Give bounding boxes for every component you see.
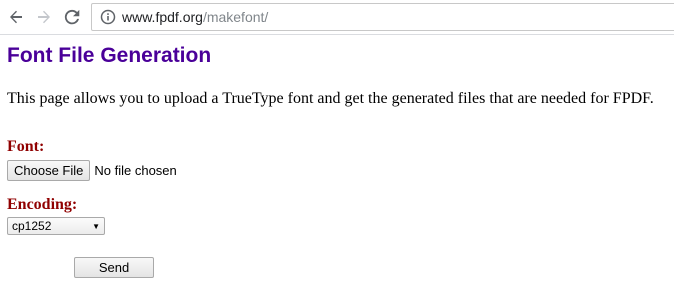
- font-label: Font:: [7, 138, 45, 155]
- url-path: /makefont/: [202, 9, 269, 25]
- font-file-input[interactable]: Choose File No file chosen: [7, 159, 177, 181]
- encoding-label: Encoding:: [7, 196, 78, 213]
- file-status-text: No file chosen: [94, 162, 177, 178]
- page-title: Font File Generation: [7, 44, 212, 67]
- browser-toolbar: www.fpdf.org/makefont/: [0, 0, 674, 35]
- address-bar[interactable]: www.fpdf.org/makefont/: [91, 3, 674, 31]
- back-arrow-icon[interactable]: [6, 7, 26, 27]
- encoding-selected-value: cp1252: [12, 219, 52, 233]
- choose-file-button[interactable]: Choose File: [7, 159, 91, 181]
- url-text[interactable]: www.fpdf.org/makefont/: [122, 9, 268, 25]
- intro-text: This page allows you to upload a TrueTyp…: [7, 90, 654, 107]
- info-icon[interactable]: [100, 9, 116, 25]
- url-host: www.fpdf.org: [122, 9, 203, 25]
- encoding-select[interactable]: cp1252 ▼: [7, 217, 105, 235]
- forward-arrow-icon[interactable]: [34, 7, 54, 27]
- dropdown-arrow-icon: ▼: [92, 222, 100, 231]
- send-button[interactable]: Send: [74, 257, 154, 278]
- reload-icon[interactable]: [62, 7, 82, 27]
